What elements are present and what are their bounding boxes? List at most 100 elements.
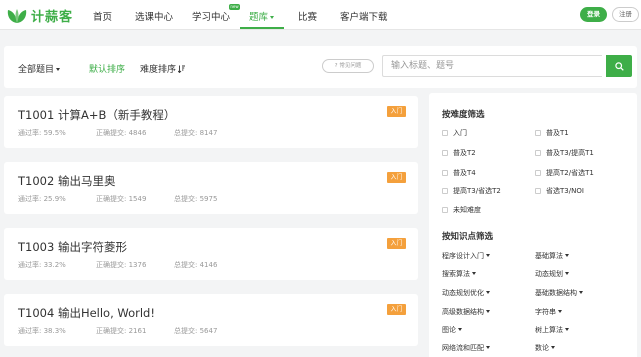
difficulty-option[interactable]: 普及T1 (535, 128, 569, 138)
knowledge-filter-title: 按知识点筛选 (442, 232, 494, 242)
problem-card[interactable]: T1002 输出马里奥 通过率: 25.9% 正确提交: 1549 总提交: 597… (4, 162, 418, 214)
problem-title[interactable]: T1003 输出字符菱形 (18, 239, 127, 255)
search-input[interactable] (382, 55, 602, 77)
correct-value: 1549 (128, 195, 147, 203)
difficulty-option[interactable]: 普及T2 (442, 148, 476, 158)
knowledge-label: 树上算法 (535, 326, 563, 334)
logo-text: 计蒜客 (31, 10, 74, 25)
total-stat: 总提交: 4146 (174, 260, 217, 270)
difficulty-option[interactable]: 普及T3/提高T1 (535, 148, 594, 158)
caret-down-icon (270, 16, 275, 19)
knowledge-dropdown[interactable]: 树上算法 (535, 325, 569, 335)
total-value: 8147 (199, 129, 218, 137)
difficulty-option[interactable]: 入门 (442, 128, 467, 138)
knowledge-dropdown[interactable]: 程序设计入门 (442, 251, 490, 261)
checkbox[interactable] (535, 150, 541, 156)
search-button[interactable] (606, 55, 632, 77)
difficulty-option[interactable]: 未知难度 (442, 205, 481, 215)
difficulty-option-label: 未知难度 (453, 206, 481, 214)
knowledge-dropdown[interactable]: 字符串 (535, 307, 562, 317)
knowledge-dropdown[interactable]: 网络流和匹配 (442, 343, 490, 353)
faq-label: 常见问题 (339, 63, 362, 69)
knowledge-dropdown[interactable]: 图论 (442, 325, 462, 335)
register-button[interactable]: 注册 (612, 7, 639, 22)
leaf-logo-icon (7, 8, 27, 23)
checkbox[interactable] (442, 170, 448, 176)
category-dropdown[interactable]: 全部题目 (18, 62, 61, 75)
checkbox[interactable] (442, 150, 448, 156)
knowledge-label: 数论 (535, 344, 549, 352)
correct-value: 1376 (128, 261, 147, 269)
knowledge-dropdown[interactable]: 搜索算法 (442, 269, 476, 279)
correct-value: 2161 (128, 327, 147, 335)
total-value: 5975 (199, 195, 218, 203)
difficulty-option-label: 提高T3/省选T2 (453, 187, 501, 195)
nav-home[interactable]: 首页 (93, 9, 112, 23)
pass-rate-label: 通过率: (18, 327, 42, 335)
problem-card[interactable]: T1003 输出字符菱形 通过率: 33.2% 正确提交: 1376 总提交: 41… (4, 228, 418, 280)
correct-label: 正确提交: (96, 129, 127, 137)
difficulty-option-label: 普及T3/提高T1 (546, 149, 594, 157)
pass-rate-stat: 通过率: 59.5% (18, 128, 96, 138)
logo[interactable]: 计蒜客 (6, 6, 73, 25)
checkbox[interactable] (535, 130, 541, 136)
nav-problem-bank[interactable]: 题库 (249, 9, 275, 23)
difficulty-option[interactable]: 提高T3/省选T2 (442, 186, 501, 196)
checkbox[interactable] (535, 170, 541, 176)
sort-default-button[interactable]: 默认排序 (89, 62, 125, 75)
correct-value: 4846 (128, 129, 147, 137)
knowledge-label: 字符串 (535, 308, 556, 316)
nav-course-center[interactable]: 选课中心 (135, 9, 173, 23)
correct-stat: 正确提交: 1376 (96, 260, 174, 270)
knowledge-dropdown[interactable]: 基础算法 (535, 251, 569, 261)
knowledge-dropdown[interactable]: 动态规划 (535, 269, 569, 279)
difficulty-option[interactable]: 普及T4 (442, 168, 476, 178)
faq-button[interactable]: ? 常见问题 (322, 59, 374, 73)
problem-stats: 通过率: 33.2% 正确提交: 1376 总提交: 4146 (18, 260, 217, 270)
nav-contest[interactable]: 比赛 (298, 9, 317, 23)
difficulty-option[interactable]: 省选T3/NOI (535, 186, 584, 196)
problem-card[interactable]: T1001 计算A+B（新手教程） 通过率: 59.5% 正确提交: 4846 总提… (4, 96, 418, 148)
knowledge-label: 搜索算法 (442, 270, 470, 278)
sort-descending-icon (178, 65, 186, 73)
correct-stat: 正确提交: 1549 (96, 194, 174, 204)
caret-down-icon (565, 328, 569, 331)
difficulty-option-label: 普及T4 (453, 169, 476, 177)
problem-title[interactable]: T1004 输出Hello, World! (18, 305, 155, 321)
caret-down-icon (486, 254, 490, 257)
problem-title[interactable]: T1001 计算A+B（新手教程） (18, 107, 175, 123)
problem-title[interactable]: T1002 输出马里奥 (18, 173, 115, 189)
knowledge-dropdown[interactable]: 高级数据结构 (442, 307, 490, 317)
correct-label: 正确提交: (96, 327, 127, 335)
checkbox[interactable] (442, 130, 448, 136)
total-stat: 总提交: 5975 (174, 194, 217, 204)
problem-stats: 通过率: 59.5% 正确提交: 4846 总提交: 8147 (18, 128, 217, 138)
pass-rate-value: 38.3% (43, 327, 66, 335)
sort-difficulty-button[interactable]: 难度排序 (140, 62, 186, 75)
total-stat: 总提交: 8147 (174, 128, 217, 138)
checkbox[interactable] (535, 188, 541, 194)
knowledge-dropdown[interactable]: 动态规划优化 (442, 288, 490, 298)
difficulty-badge: 入门 (387, 172, 406, 183)
login-button[interactable]: 登录 (580, 7, 607, 22)
caret-down-icon (551, 346, 555, 349)
total-label: 总提交: (174, 261, 198, 269)
nav-client-download[interactable]: 客户端下载 (340, 9, 388, 23)
help-circle-icon: ? (334, 63, 338, 69)
caret-down-icon (56, 68, 61, 71)
total-label: 总提交: (174, 327, 198, 335)
difficulty-option[interactable]: 提高T2/省选T1 (535, 168, 594, 178)
knowledge-label: 程序设计入门 (442, 252, 484, 260)
sort-difficulty-label: 难度排序 (140, 65, 177, 75)
problem-stats: 通过率: 38.3% 正确提交: 2161 总提交: 5647 (18, 326, 217, 336)
filter-bar: 全部题目 默认排序 难度排序 ? 常见问题 (4, 46, 637, 88)
total-label: 总提交: (174, 129, 198, 137)
knowledge-dropdown[interactable]: 数论 (535, 343, 555, 353)
caret-down-icon (579, 291, 583, 294)
nav-learning-center[interactable]: 学习中心 (192, 9, 230, 23)
checkbox[interactable] (442, 207, 448, 213)
knowledge-dropdown[interactable]: 基础数据结构 (535, 288, 583, 298)
checkbox[interactable] (442, 188, 448, 194)
problem-card[interactable]: T1004 输出Hello, World! 通过率: 38.3% 正确提交: 21… (4, 294, 418, 346)
nav-problem-bank-label: 题库 (249, 12, 269, 23)
